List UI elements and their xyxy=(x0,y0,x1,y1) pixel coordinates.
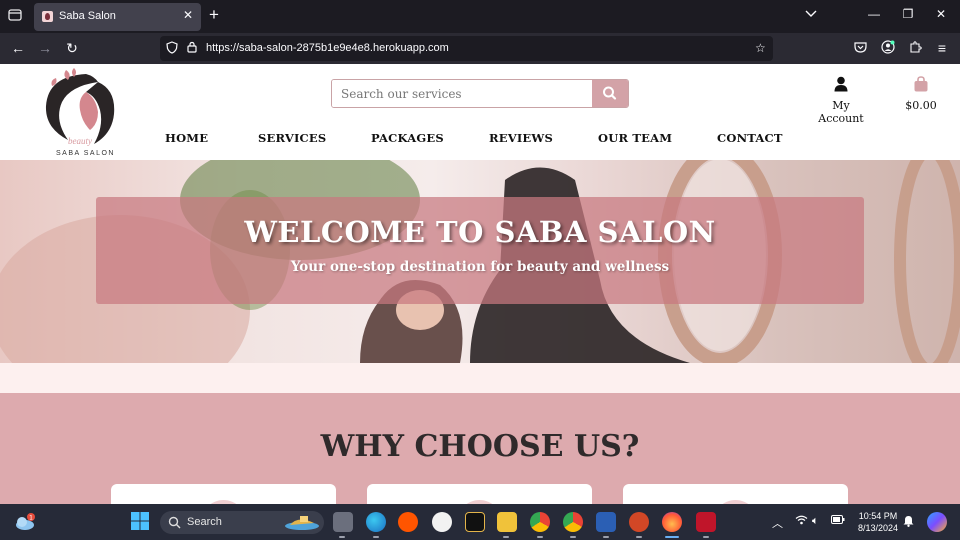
nav-reviews[interactable]: REVIEWS xyxy=(489,131,553,145)
url-text: https://saba-salon-2875b1e9e4e8.herokuap… xyxy=(206,42,449,54)
system-clock[interactable]: 10:54 PM 8/13/2024 xyxy=(856,510,900,534)
salon-logo[interactable]: beauty SABA SALON xyxy=(28,68,118,158)
logo-script-text: beauty xyxy=(68,136,92,146)
arrow-left-icon[interactable]: ← xyxy=(10,40,26,56)
hero-subtitle: Your one-stop destination for beauty and… xyxy=(290,259,670,275)
running-indicator xyxy=(703,536,709,538)
file-explorer-icon[interactable] xyxy=(497,512,517,532)
clock-date: 8/13/2024 xyxy=(857,523,899,533)
running-indicator xyxy=(537,536,543,538)
logo-brand-text: SABA SALON xyxy=(56,150,115,157)
hero-panel: WELCOME TO SABA SALON Your one-stop dest… xyxy=(96,197,864,304)
browser-nav-bar: ← → ↻ https://saba-salon-2875b1e9e4e8.he… xyxy=(0,33,960,64)
address-bar[interactable]: https://saba-salon-2875b1e9e4e8.herokuap… xyxy=(160,36,773,61)
search-highlight-icon xyxy=(285,516,319,530)
website: beauty SABA SALON My Account $0.00 HOME … xyxy=(0,64,960,504)
hamburger-icon[interactable]: ≡ xyxy=(934,40,950,56)
mcafee-icon[interactable] xyxy=(696,512,716,532)
nav-home[interactable]: HOME xyxy=(165,131,208,145)
search-form xyxy=(331,79,629,108)
running-indicator xyxy=(339,536,345,538)
hero-title: WELCOME TO SABA SALON xyxy=(244,215,716,249)
hero-banner: WELCOME TO SABA SALON Your one-stop dest… xyxy=(0,160,960,363)
browser-tab-bar: Saba Salon ✕ + — ❐ ✕ xyxy=(0,0,960,33)
wifi-icon[interactable] xyxy=(795,515,808,528)
nav-packages[interactable]: PACKAGES xyxy=(371,131,444,145)
tab-title: Saba Salon xyxy=(59,10,116,22)
task-view-icon[interactable] xyxy=(333,512,353,532)
nav-contact[interactable]: CONTACT xyxy=(717,131,783,145)
search-input[interactable] xyxy=(332,80,593,107)
search-button[interactable] xyxy=(592,80,628,107)
weather-icon[interactable]: 1 xyxy=(14,512,35,532)
app-icon[interactable] xyxy=(432,512,452,532)
search-icon xyxy=(603,86,617,100)
svg-text:1: 1 xyxy=(29,515,33,522)
arrow-right-icon[interactable]: → xyxy=(37,40,53,56)
feature-card xyxy=(623,484,848,504)
my-account-link[interactable]: My Account xyxy=(808,76,874,125)
search-icon xyxy=(168,516,181,529)
restore-icon[interactable]: ❐ xyxy=(898,7,918,21)
browser-tab[interactable]: Saba Salon ✕ xyxy=(34,3,201,31)
shopping-bag-icon xyxy=(914,76,928,92)
salon-favicon-icon xyxy=(42,11,53,22)
taskbar-search-label: Search xyxy=(187,516,222,528)
star-icon[interactable]: ☆ xyxy=(755,41,766,55)
puzzle-icon[interactable] xyxy=(907,40,923,56)
copilot-icon[interactable] xyxy=(927,512,947,532)
running-indicator xyxy=(570,536,576,538)
chrome-icon[interactable] xyxy=(530,512,550,532)
feature-card xyxy=(111,484,336,504)
powerpoint-icon[interactable] xyxy=(629,512,649,532)
taskbar-search[interactable]: Search xyxy=(160,511,324,534)
pocket-icon[interactable] xyxy=(852,40,868,56)
chevron-up-icon[interactable]: ︿ xyxy=(772,515,783,531)
firefox-icon[interactable] xyxy=(662,512,682,532)
nav-our-team[interactable]: OUR TEAM xyxy=(598,131,672,145)
running-indicator-active xyxy=(665,536,679,538)
cart-total: $0.00 xyxy=(905,99,937,112)
nav-services[interactable]: SERVICES xyxy=(258,131,326,145)
minimize-icon[interactable]: — xyxy=(864,7,884,21)
running-indicator xyxy=(373,536,379,538)
app-icon[interactable] xyxy=(465,512,485,532)
running-indicator xyxy=(603,536,609,538)
clock-time: 10:54 PM xyxy=(858,511,898,521)
windows-taskbar: 1 Search ︿ 🔈︎ 10:54 PM 8/13/2024 xyxy=(0,504,960,540)
edge-icon[interactable] xyxy=(366,512,386,532)
section-divider xyxy=(0,363,960,393)
why-choose-us-section: WHY CHOOSE US? xyxy=(0,393,960,504)
close-window-icon[interactable]: ✕ xyxy=(931,7,951,21)
running-indicator xyxy=(503,536,509,538)
feature-card xyxy=(367,484,592,504)
windows-start-icon[interactable] xyxy=(131,512,151,532)
soundcloud-icon[interactable] xyxy=(398,512,418,532)
tab-list-icon[interactable] xyxy=(6,8,24,25)
user-icon xyxy=(834,76,848,92)
notification-bell-icon[interactable] xyxy=(903,515,914,530)
lock-icon[interactable] xyxy=(187,41,197,56)
reload-icon[interactable]: ↻ xyxy=(64,40,80,56)
close-icon[interactable]: ✕ xyxy=(183,8,193,22)
why-choose-us-title: WHY CHOOSE US? xyxy=(320,429,640,464)
running-indicator xyxy=(636,536,642,538)
cart-link[interactable]: $0.00 xyxy=(900,76,942,112)
battery-icon[interactable] xyxy=(831,515,845,527)
account-icon[interactable] xyxy=(880,40,896,57)
word-icon[interactable] xyxy=(596,512,616,532)
shield-icon[interactable] xyxy=(166,41,178,57)
chrome-icon[interactable] xyxy=(563,512,583,532)
plus-icon[interactable]: + xyxy=(209,5,219,25)
volume-icon[interactable]: 🔈︎ xyxy=(812,515,819,528)
chevron-down-icon[interactable] xyxy=(801,7,821,21)
my-account-label: My Account xyxy=(818,99,864,125)
